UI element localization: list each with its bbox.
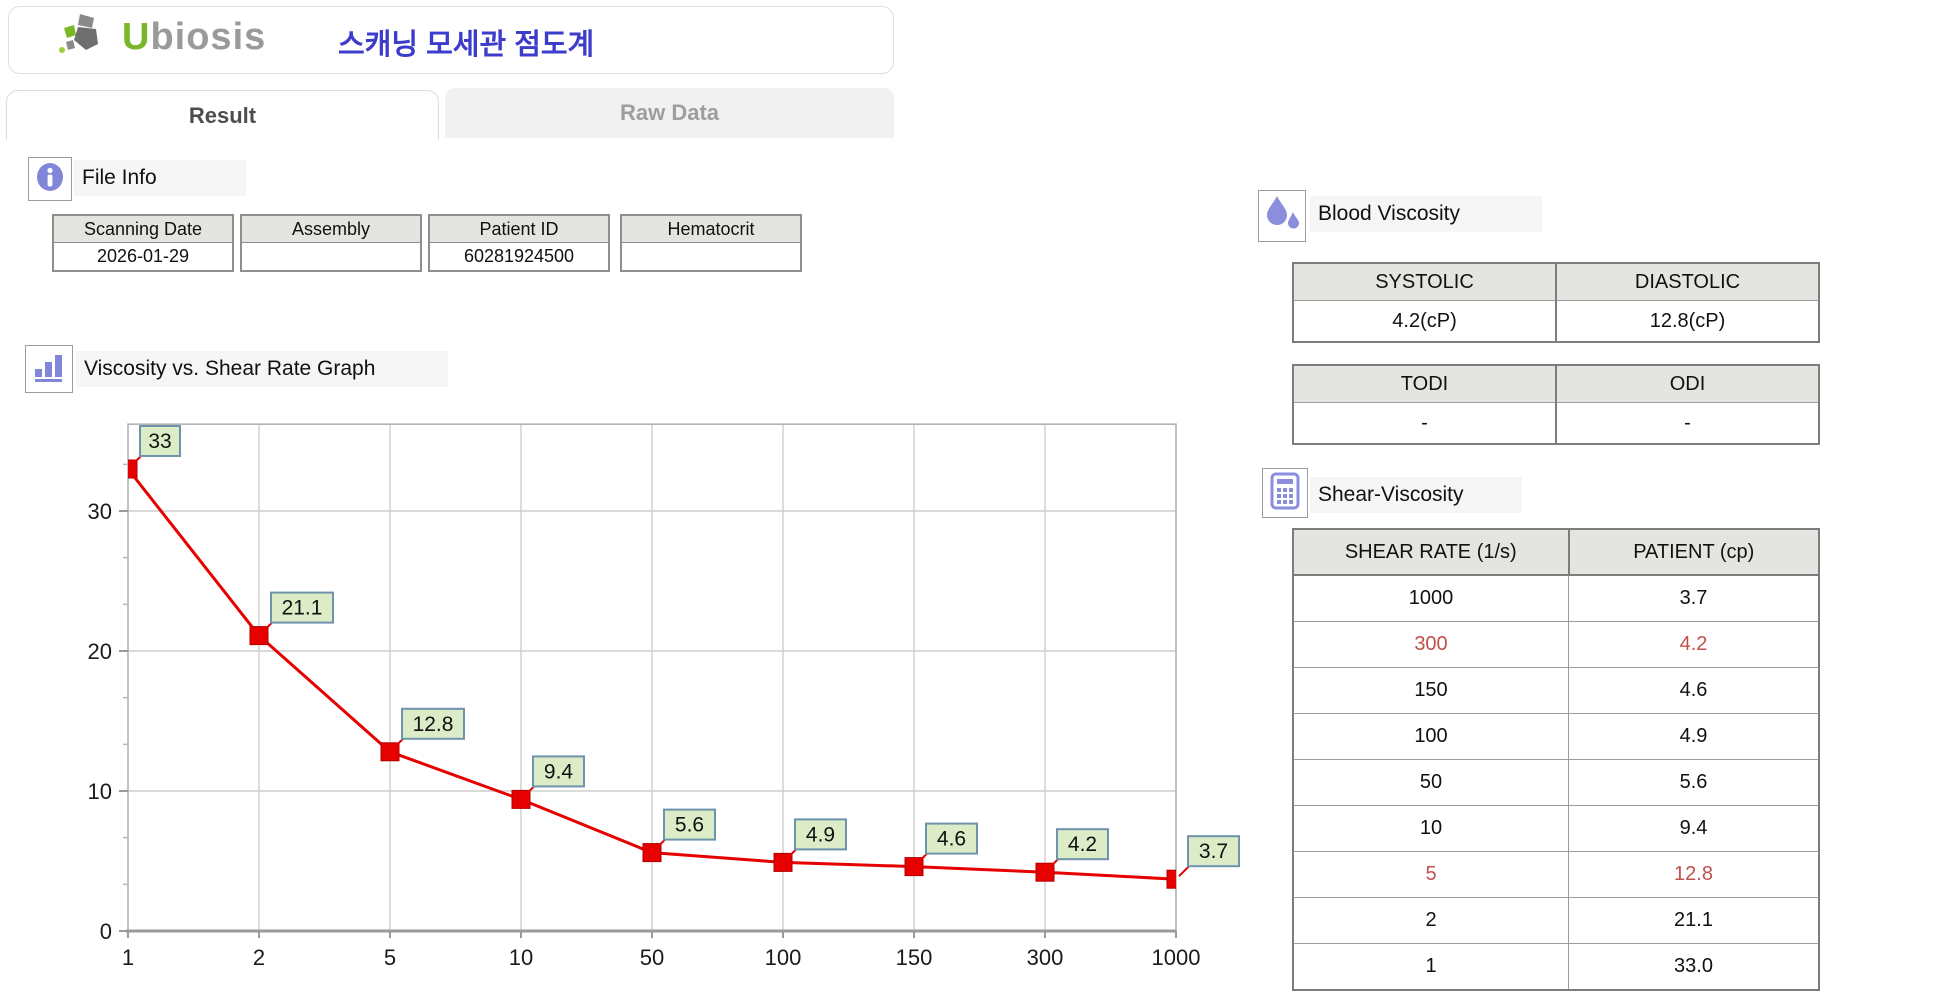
patient-cell: 4.9 (1569, 714, 1819, 760)
patient-cell: 5.6 (1569, 760, 1819, 806)
tab-result-label: Result (189, 103, 256, 129)
patient-cell: 9.4 (1569, 806, 1819, 852)
field-value (621, 243, 801, 272)
svg-text:10: 10 (88, 779, 112, 804)
file-info-field-scanning-date: Scanning Date 2026-01-29 (52, 214, 234, 272)
patient-cell: 4.6 (1569, 668, 1819, 714)
file-info-section-title: File Info (74, 160, 246, 196)
file-info-field-assembly: Assembly (240, 214, 422, 272)
patient-cell: 4.2 (1569, 622, 1819, 668)
todi-odi-table: TODI ODI - - (1292, 364, 1820, 445)
logo: Ubiosis (58, 12, 266, 63)
shear-rate-cell: 5 (1293, 852, 1569, 898)
blood-viscosity-section-title: Blood Viscosity (1310, 196, 1542, 232)
diastolic-value: 12.8(cP) (1556, 301, 1819, 343)
info-icon (34, 161, 66, 198)
shear-rate-cell: 1000 (1293, 575, 1569, 622)
shear-rate-cell: 150 (1293, 668, 1569, 714)
shear-viscosity-icon-box (1262, 468, 1308, 518)
logo-text: Ubiosis (122, 16, 266, 59)
diastolic-header: DIASTOLIC (1556, 263, 1819, 301)
shear-viscosity-section-title: Shear-Viscosity (1310, 477, 1522, 513)
field-value: 2026-01-29 (53, 243, 233, 272)
svg-text:12.8: 12.8 (413, 713, 454, 736)
svg-text:5.6: 5.6 (675, 814, 704, 837)
file-info-field-hematocrit: Hematocrit (620, 214, 802, 272)
field-value: 60281924500 (429, 243, 609, 272)
systolic-value: 4.2(cP) (1293, 301, 1556, 343)
calculator-icon (1269, 472, 1301, 515)
shear-rate-cell: 2 (1293, 898, 1569, 944)
patient-cell: 33.0 (1569, 944, 1819, 991)
table-row: 109.4 (1293, 806, 1819, 852)
tab-raw-data-label: Raw Data (620, 100, 719, 126)
odi-value: - (1556, 403, 1819, 445)
svg-text:9.4: 9.4 (544, 760, 574, 783)
shear-rate-cell: 10 (1293, 806, 1569, 852)
patient-header: PATIENT (cp) (1569, 529, 1819, 575)
odi-header: ODI (1556, 365, 1819, 403)
table-row: 1004.9 (1293, 714, 1819, 760)
file-info-icon-box (28, 157, 72, 201)
table-row: 221.1 (1293, 898, 1819, 944)
systolic-header: SYSTOLIC (1293, 263, 1556, 301)
todi-header: TODI (1293, 365, 1556, 403)
shear-viscosity-table: SHEAR RATE (1/s) PATIENT (cp) 10003.7300… (1292, 528, 1820, 991)
table-row: 10003.7 (1293, 575, 1819, 622)
svg-text:3.7: 3.7 (1199, 840, 1228, 863)
field-label: Scanning Date (53, 215, 233, 243)
table-row: 1504.6 (1293, 668, 1819, 714)
app-window: Ubiosis 스캐닝 모세관 점도계 Result Raw Data File… (0, 0, 1943, 995)
svg-text:4.2: 4.2 (1068, 833, 1097, 856)
file-info-field-patient-id: Patient ID 60281924500 (428, 214, 610, 272)
shear-viscosity-body: 10003.73004.21504.61004.9505.6109.4512.8… (1293, 575, 1819, 990)
blood-viscosity-table: SYSTOLIC DIASTOLIC 4.2(cP) 12.8(cP) (1292, 262, 1820, 343)
graph-icon-box (25, 345, 73, 393)
graph-section-title: Viscosity vs. Shear Rate Graph (76, 351, 448, 387)
ubiosis-logo-icon (58, 12, 116, 63)
viscosity-chart: 0 10 20 30 1 2 5 10 50 100 150 300 1000 33 21.1 12.8 9.4… (60, 421, 1250, 995)
svg-text:150: 150 (896, 945, 933, 970)
field-label: Patient ID (429, 215, 609, 243)
field-label: Hematocrit (621, 215, 801, 243)
svg-text:2: 2 (253, 945, 265, 970)
shear-rate-cell: 50 (1293, 760, 1569, 806)
svg-text:4.9: 4.9 (806, 823, 835, 846)
patient-cell: 21.1 (1569, 898, 1819, 944)
table-row: 512.8 (1293, 852, 1819, 898)
bar-chart-icon (32, 350, 66, 389)
field-value (241, 243, 421, 272)
svg-text:4.6: 4.6 (937, 828, 966, 851)
blood-drops-icon (1264, 194, 1300, 239)
patient-cell: 12.8 (1569, 852, 1819, 898)
shear-rate-cell: 100 (1293, 714, 1569, 760)
svg-text:0: 0 (100, 919, 112, 944)
page-title: 스캐닝 모세관 점도계 (338, 21, 594, 63)
logo-accent-letter: U (122, 16, 150, 58)
svg-text:50: 50 (640, 945, 664, 970)
svg-text:21.1: 21.1 (282, 597, 323, 620)
svg-text:300: 300 (1027, 945, 1064, 970)
tab-result[interactable]: Result (6, 90, 439, 140)
shear-rate-cell: 300 (1293, 622, 1569, 668)
svg-text:5: 5 (384, 945, 396, 970)
svg-text:33: 33 (148, 430, 171, 453)
table-row: 133.0 (1293, 944, 1819, 991)
logo-rest: biosis (150, 16, 266, 58)
svg-text:1: 1 (122, 945, 134, 970)
svg-text:20: 20 (88, 639, 112, 664)
svg-text:10: 10 (509, 945, 533, 970)
svg-text:1000: 1000 (1152, 945, 1201, 970)
blood-viscosity-icon-box (1258, 190, 1306, 242)
table-row: 505.6 (1293, 760, 1819, 806)
todi-value: - (1293, 403, 1556, 445)
tab-raw-data[interactable]: Raw Data (445, 88, 894, 138)
shear-rate-header: SHEAR RATE (1/s) (1293, 529, 1569, 575)
patient-cell: 3.7 (1569, 575, 1819, 622)
table-row: 3004.2 (1293, 622, 1819, 668)
field-label: Assembly (241, 215, 421, 243)
svg-text:100: 100 (765, 945, 802, 970)
shear-rate-cell: 1 (1293, 944, 1569, 991)
svg-text:30: 30 (88, 499, 112, 524)
